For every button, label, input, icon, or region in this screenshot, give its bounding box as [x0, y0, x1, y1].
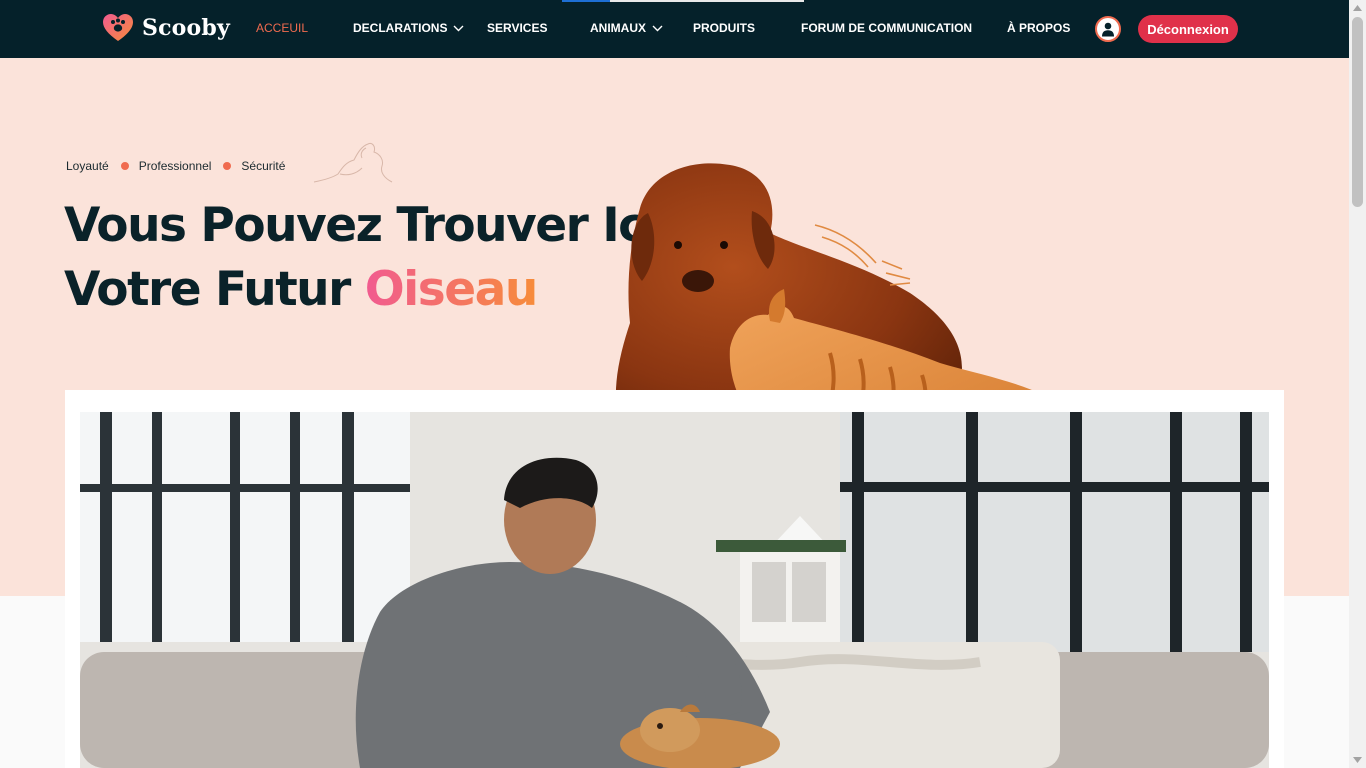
tag-separator-dot: [120, 162, 129, 170]
dog-sketch-illustration: [313, 143, 393, 183]
scroll-progress-bar: [562, 0, 804, 2]
nav-item-forum[interactable]: FORUM DE COMMUNICATION: [801, 20, 972, 36]
user-account-button[interactable]: [1095, 16, 1121, 42]
nav-item-declarations[interactable]: DECLARATIONS: [353, 20, 464, 36]
nav-item-produits[interactable]: PRODUITS: [693, 20, 755, 36]
hero-tags: Loyauté Professionnel Sécurité: [66, 159, 285, 173]
nav-item-label: FORUM DE COMMUNICATION: [801, 21, 973, 35]
tag-securite: Sécurité: [241, 159, 286, 173]
nav-item-label: ANIMAUX: [590, 21, 646, 35]
tag-loyaute: Loyauté: [66, 159, 109, 173]
logout-button[interactable]: Déconnexion: [1138, 15, 1238, 43]
headline-accent-word: Oiseau: [364, 262, 539, 317]
brand-name: Scooby: [142, 15, 230, 41]
tag-professionnel: Professionnel: [138, 159, 212, 173]
nav-item-label: PRODUITS: [693, 21, 756, 35]
man-with-dog-photo: [80, 412, 1269, 768]
user-icon: [1102, 22, 1114, 36]
nav-item-label: DECLARATIONS: [353, 21, 448, 35]
heart-paw-icon: [103, 14, 133, 41]
tag-separator-dot: [223, 162, 232, 170]
brand-logo-link[interactable]: Scooby: [102, 12, 230, 44]
nav-item-a-propos[interactable]: À PROPOS: [1007, 20, 1070, 36]
nav-item-label: ACCEUIL: [256, 21, 309, 35]
top-navbar: Scooby ACCEUIL DECLARATIONS SERVICES ANI…: [0, 0, 1349, 58]
nav-item-services[interactable]: SERVICES: [487, 20, 547, 36]
page-scrollbar[interactable]: [1349, 0, 1366, 768]
chevron-down-icon: [453, 25, 464, 31]
headline-line-2-prefix: Votre Futur: [64, 262, 365, 317]
nav-item-animaux[interactable]: ANIMAUX: [590, 20, 663, 36]
living-room-photo-illustration: [80, 412, 1269, 768]
chevron-down-icon: [652, 25, 663, 31]
scroll-up-arrow-icon[interactable]: [1353, 5, 1362, 11]
nav-item-label: À PROPOS: [1007, 21, 1071, 35]
nav-item-acceuil[interactable]: ACCEUIL: [256, 20, 308, 36]
scroll-down-arrow-icon[interactable]: [1353, 757, 1362, 763]
scrollbar-thumb[interactable]: [1352, 17, 1363, 207]
scroll-progress-fill: [562, 0, 610, 2]
nav-item-label: SERVICES: [487, 21, 548, 35]
